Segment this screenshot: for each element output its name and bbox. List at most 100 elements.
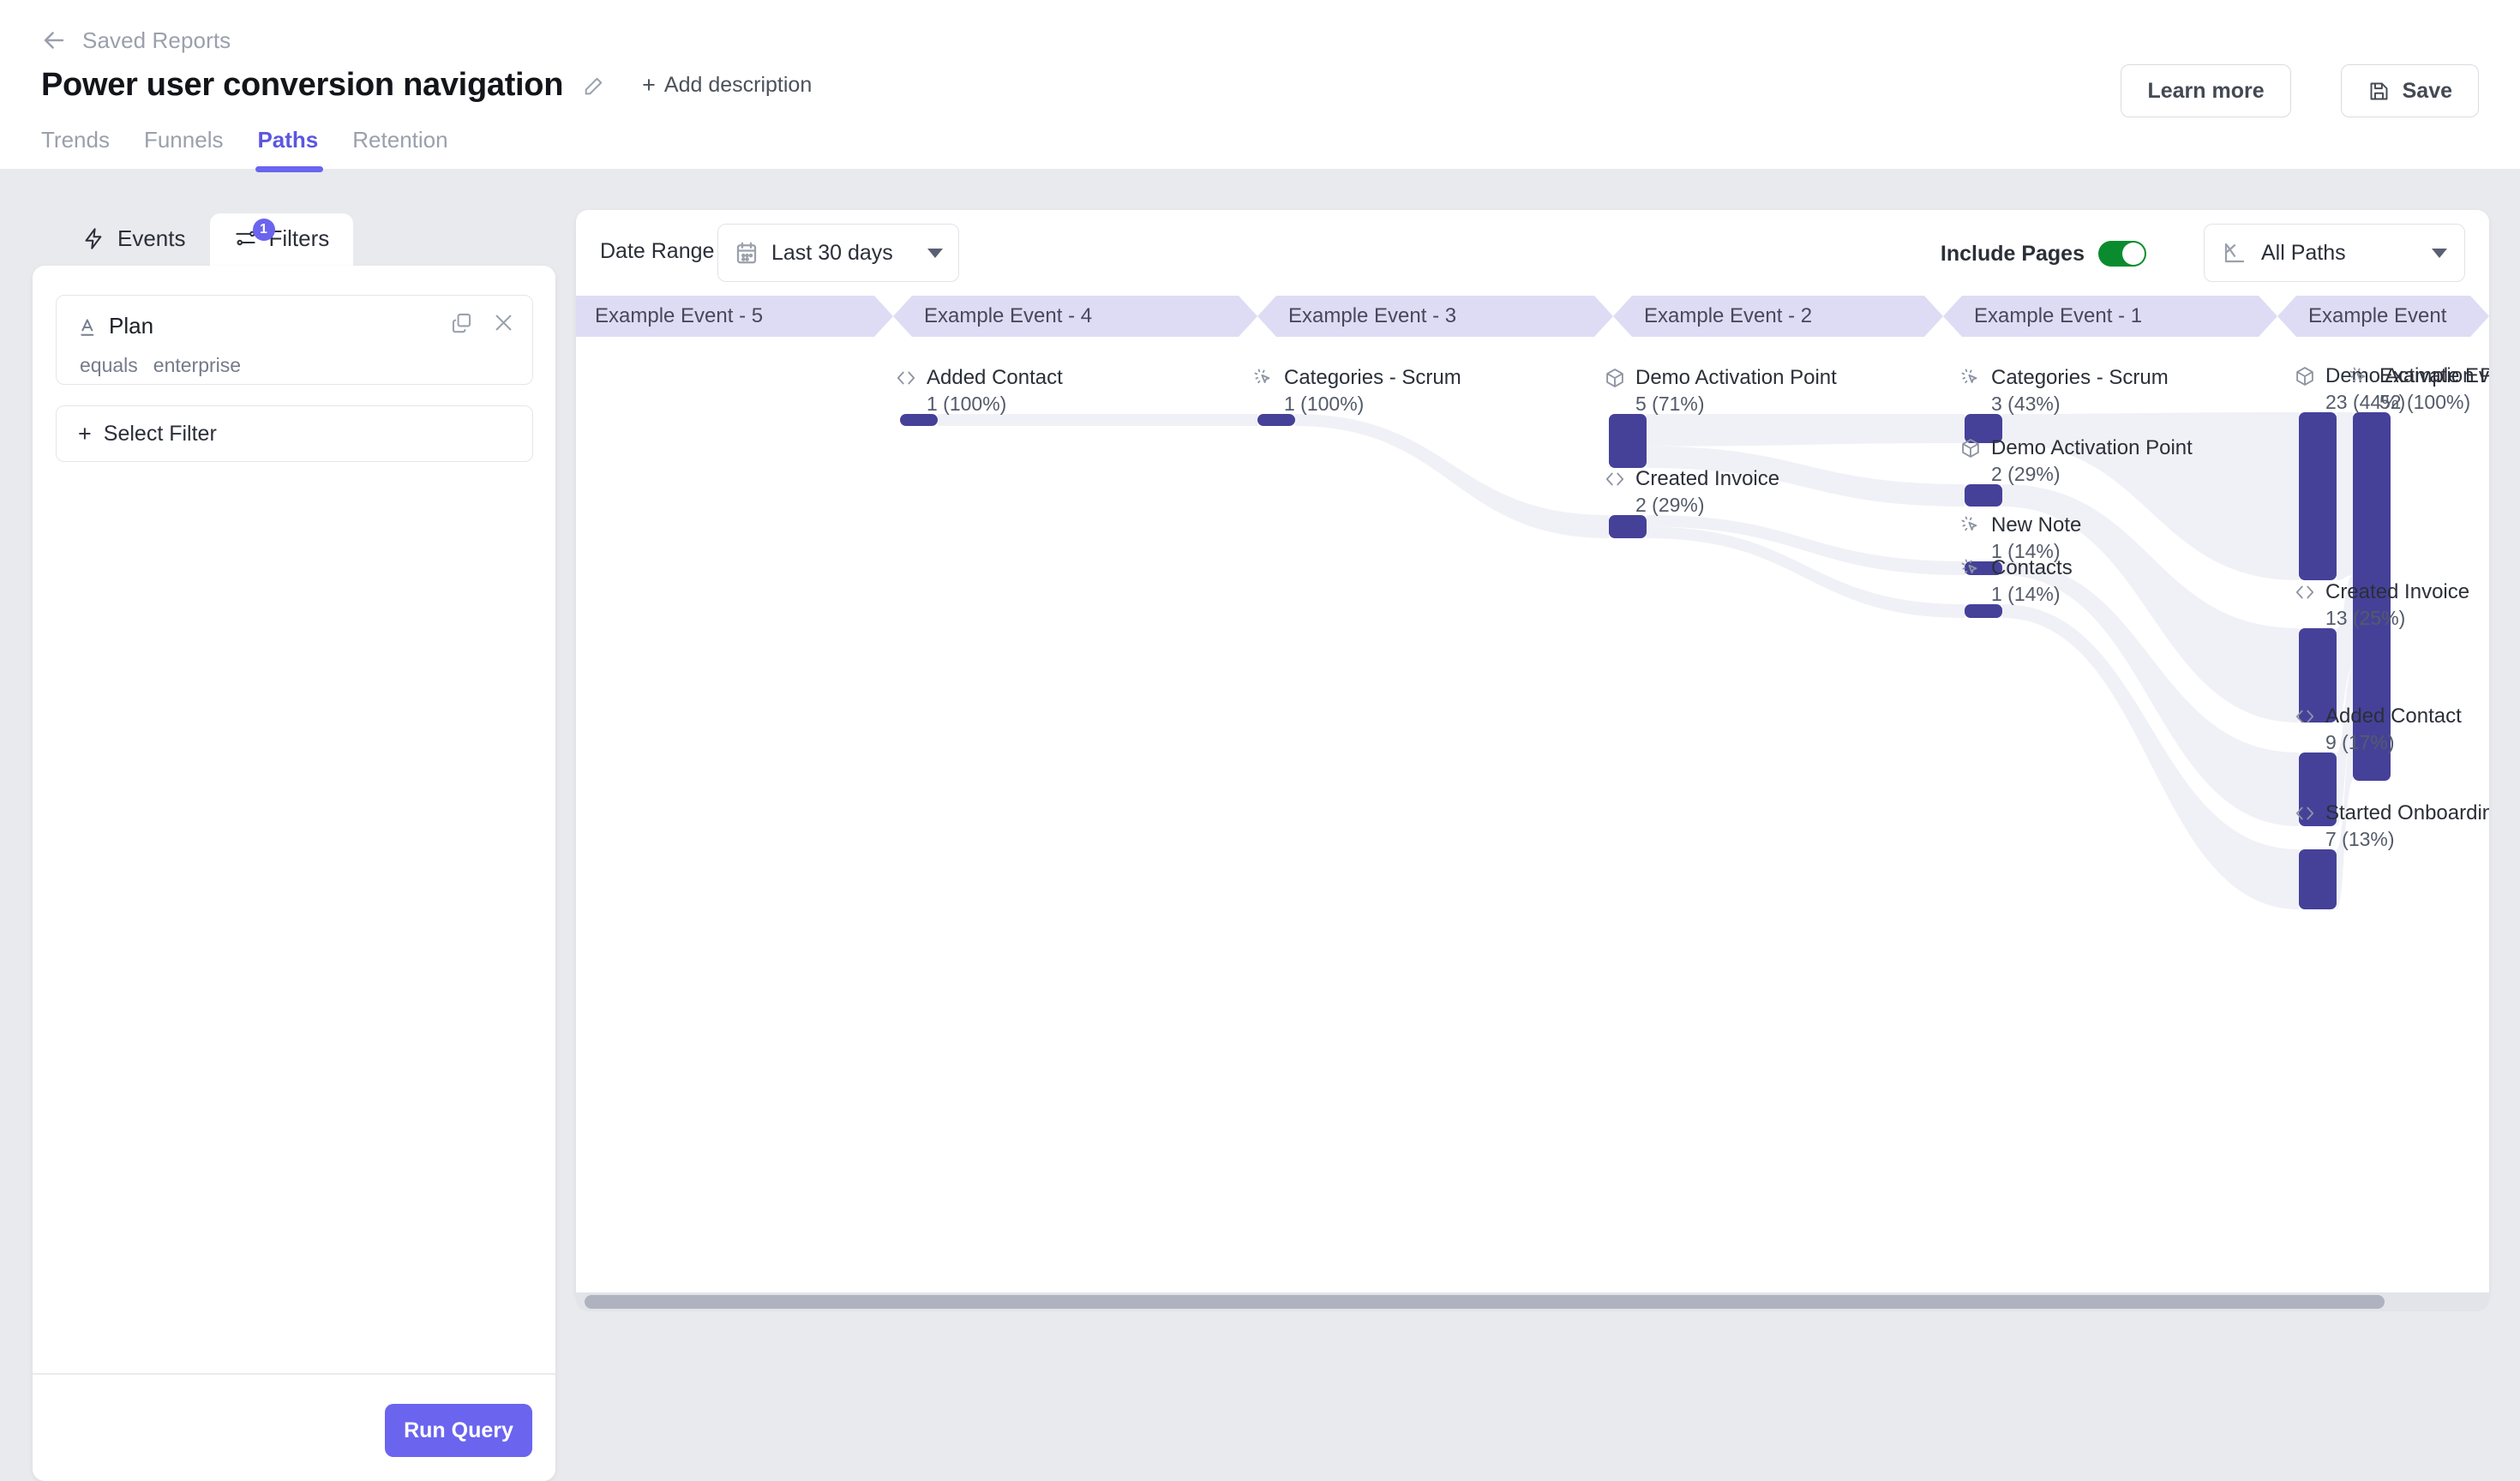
sankey-node-title-row: Demo Activation Point [1959, 436, 2193, 460]
tab-label: Paths [257, 127, 319, 153]
sankey-link[interactable] [1647, 414, 1965, 447]
path-column-header-label: Example Event - 5 [595, 304, 764, 327]
include-pages-toggle[interactable] [2098, 241, 2146, 267]
sankey-diagram: Added Contact 1 (100%) Categories - Scrum 1… [576, 337, 2489, 1303]
plus-icon: + [78, 420, 92, 447]
sankey-link[interactable] [1295, 414, 1609, 538]
sankey-node-name: Demo Activation Point [1635, 366, 1837, 389]
paths-chart-panel: Date Range Last 30 days Include Pages Al… [576, 210, 2489, 1303]
sankey-node-bar[interactable] [1965, 604, 2002, 618]
path-column-header[interactable]: Example Event [2277, 296, 2489, 337]
date-range-select[interactable]: Last 30 days [717, 224, 959, 282]
sankey-node-value: 5 (71%) [1635, 393, 1705, 415]
chart-toolbar: Date Range Last 30 days Include Pages Al… [576, 210, 2489, 296]
path-column-header[interactable]: Example Event - 1 [1943, 296, 2277, 337]
sankey-node-bar[interactable] [900, 414, 938, 426]
sankey-node-label[interactable]: Added Contact 1 (100%) [895, 366, 1063, 416]
sankey-link[interactable] [2337, 412, 2353, 580]
paths-mode-select[interactable]: All Paths [2204, 224, 2465, 282]
sankey-node-bar[interactable] [1609, 414, 1647, 468]
sankey-node-value: 1 (100%) [1284, 393, 1365, 415]
sankey-node-bar[interactable] [2299, 412, 2337, 580]
code-icon [2295, 806, 2314, 820]
run-query-button[interactable]: Run Query [385, 1404, 532, 1457]
sankey-node-bar[interactable] [1609, 515, 1647, 538]
breadcrumb-label: Saved Reports [82, 27, 231, 53]
sankey-node-title-row: New Note [1959, 513, 2081, 537]
tab-trends[interactable]: Trends [41, 127, 127, 172]
include-pages-control: Include Pages [1941, 241, 2146, 267]
breadcrumb-back[interactable]: Saved Reports [39, 26, 231, 55]
sankey-node-label[interactable]: Contacts 1 (14%) [1959, 556, 2073, 606]
sankey-node-label[interactable]: Example Event 52 (100%) [2348, 364, 2489, 414]
sankey-node-value: 52 (100%) [2379, 391, 2471, 413]
copy-icon[interactable] [450, 311, 473, 334]
sankey-link[interactable] [938, 414, 1257, 426]
include-pages-label: Include Pages [1940, 241, 2085, 266]
run-query-label: Run Query [404, 1418, 513, 1442]
sankey-node-title-row: Added Contact [895, 366, 1063, 390]
path-column-header-label: Example Event - 3 [1288, 304, 1457, 327]
cube-icon [1606, 369, 1623, 387]
close-icon[interactable] [492, 311, 515, 334]
path-column-header-label: Example Event - 1 [1974, 304, 2143, 327]
path-column-header-label: Example Event - 4 [924, 304, 1093, 327]
sankey-node-label[interactable]: Started Onboarding 7 (13%) [2294, 801, 2489, 851]
sankey-node-value: 2 (29%) [1635, 494, 1705, 516]
sankey-node-value: 1 (100%) [927, 393, 1007, 415]
tab-funnels[interactable]: Funnels [127, 127, 241, 172]
sankey-node-label[interactable]: Created Invoice 13 (25%) [2294, 580, 2469, 630]
sankey-node-bar[interactable] [1257, 414, 1295, 426]
edit-pencil-icon[interactable] [582, 74, 606, 98]
lightning-icon [85, 228, 102, 249]
sankey-node-value: 13 (25%) [2325, 607, 2406, 629]
sankey-node-label[interactable]: Categories - Scrum 1 (100%) [1252, 366, 1461, 416]
learn-more-button[interactable]: Learn more [2121, 64, 2291, 117]
sankey-node-label[interactable]: Categories - Scrum 3 (43%) [1959, 366, 2169, 416]
horizontal-scrollbar-thumb[interactable] [585, 1295, 2385, 1309]
path-column-header[interactable]: Example Event - 3 [1257, 296, 1613, 337]
sankey-node-label[interactable]: Added Contact 9 (17%) [2294, 705, 2462, 754]
report-tabs: Trends Funnels Paths Retention [41, 127, 465, 172]
page-title: Power user conversion navigation [41, 67, 564, 103]
path-column-header[interactable]: Example Event - 2 [1613, 296, 1943, 337]
path-column-header[interactable]: Example Event - 4 [893, 296, 1257, 337]
sankey-node-bar[interactable] [1965, 484, 2002, 507]
tab-paths[interactable]: Paths [240, 127, 335, 172]
sankey-node-bar[interactable] [2299, 849, 2337, 909]
learn-more-label: Learn more [2147, 78, 2265, 103]
chevron-down-icon [927, 248, 943, 258]
filters-count-badge: 1 [252, 219, 275, 241]
sidebar-tab-events-label: Events [117, 225, 186, 251]
sidebar-tab-events[interactable]: Events [58, 213, 210, 269]
sankey-node-value: 7 (13%) [2325, 828, 2395, 850]
sankey-node-name: Started Onboarding [2325, 801, 2489, 824]
save-label: Save [2402, 78, 2452, 103]
sankey-node-name: Added Contact [2325, 705, 2462, 728]
sankey-node-name: Example Event [2379, 364, 2489, 387]
panel-divider [33, 1373, 555, 1375]
sankey-node-title-row: Added Contact [2294, 705, 2462, 729]
path-column-header-label: Example Event - 2 [1644, 304, 1813, 327]
chevron-down-icon [2432, 248, 2447, 258]
path-column-header[interactable]: Example Event - 5 [576, 296, 893, 337]
select-filter-button[interactable]: + Select Filter [56, 405, 533, 462]
sankey-node-name: Categories - Scrum [1991, 366, 2169, 389]
add-description-button[interactable]: + Add description [642, 73, 812, 98]
sankey-node-label[interactable]: Demo Activation Point 2 (29%) [1959, 436, 2193, 486]
sidebar-tab-filters-label: Filters [268, 225, 330, 251]
sankey-node-value: 3 (43%) [1991, 393, 2061, 415]
filter-card[interactable]: Plan equals enterprise [56, 295, 533, 385]
click-icon [1961, 516, 1977, 531]
code-icon [897, 371, 915, 385]
add-description-label: Add description [663, 73, 813, 97]
code-icon [2295, 710, 2314, 723]
tab-retention[interactable]: Retention [335, 127, 465, 172]
save-button[interactable]: Save [2340, 64, 2479, 117]
code-icon [1605, 472, 1624, 486]
sankey-node-label[interactable]: Created Invoice 2 (29%) [1604, 467, 1779, 517]
sidebar-tab-filters[interactable]: 1 Filters [209, 213, 354, 269]
sankey-node-label[interactable]: Demo Activation Point 5 (71%) [1604, 366, 1837, 416]
sankey-node-name: Demo Activation Point [1991, 436, 2193, 459]
sidebar-tabs: Events 1 Filters [58, 213, 354, 269]
